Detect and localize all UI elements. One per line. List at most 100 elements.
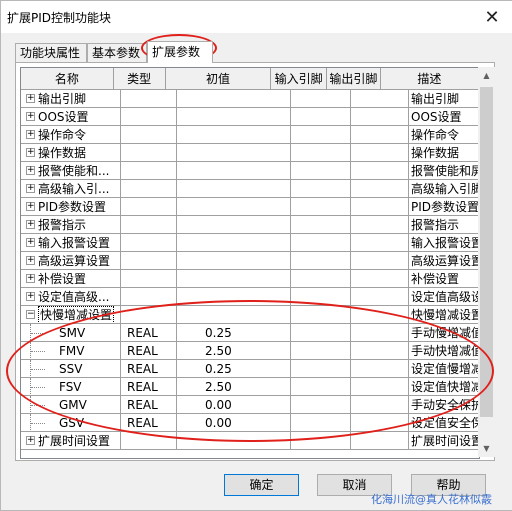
tree-node-cell[interactable]: + 高级输入引... bbox=[21, 180, 121, 198]
initial-value-cell[interactable]: 2.50 bbox=[177, 378, 291, 396]
tree-node-cell[interactable]: − 快慢增减设置 bbox=[21, 306, 121, 324]
expand-icon[interactable]: + bbox=[26, 256, 35, 265]
expand-icon[interactable]: + bbox=[26, 130, 35, 139]
input-pin-cell bbox=[291, 198, 351, 216]
tab-basic-params[interactable]: 基本参数 bbox=[87, 43, 147, 62]
type-cell bbox=[121, 432, 177, 450]
scroll-up-icon[interactable]: ▲ bbox=[478, 67, 495, 84]
collapse-icon[interactable]: − bbox=[26, 310, 35, 319]
tree-node-cell[interactable]: + 报警指示 bbox=[21, 216, 121, 234]
initial-value-cell[interactable]: 0.25 bbox=[177, 360, 291, 378]
param-name: FMV bbox=[59, 344, 85, 358]
initial-value-cell bbox=[177, 432, 291, 450]
tree-node-cell[interactable]: + 高级运算设置 bbox=[21, 252, 121, 270]
table-row[interactable]: FMV REAL 2.50 手动快增减值 bbox=[21, 342, 479, 360]
initial-value-cell[interactable]: 0.00 bbox=[177, 414, 291, 432]
tree-node-cell[interactable]: + 扩展时间设置 bbox=[21, 432, 121, 450]
scroll-down-icon[interactable]: ▼ bbox=[478, 440, 495, 457]
tree-node-cell[interactable]: + 输入报警设置 bbox=[21, 234, 121, 252]
param-name-cell[interactable]: FSV bbox=[21, 378, 121, 396]
header-initial-value[interactable]: 初值 bbox=[165, 68, 272, 90]
type-cell bbox=[121, 252, 177, 270]
output-pin-cell bbox=[351, 360, 409, 378]
param-name-cell[interactable]: SMV bbox=[21, 324, 121, 342]
header-description[interactable]: 描述 bbox=[380, 68, 479, 90]
expand-icon[interactable]: + bbox=[26, 166, 35, 175]
expand-icon[interactable]: + bbox=[26, 94, 35, 103]
header-output-pin[interactable]: 输出引脚 bbox=[326, 68, 381, 90]
header-type[interactable]: 类型 bbox=[113, 68, 166, 90]
expand-icon[interactable]: + bbox=[26, 148, 35, 157]
table-row[interactable]: + 操作命令 操作命令 bbox=[21, 126, 479, 144]
tree-node-label: 操作命令 bbox=[38, 128, 87, 142]
vertical-scrollbar[interactable]: ▲ ▼ bbox=[478, 67, 495, 457]
table-row[interactable]: SSV REAL0.25 设定值慢增减值 bbox=[21, 360, 479, 378]
table-row[interactable]: +高级输入引... 高级输入引脚设置 bbox=[21, 180, 479, 198]
table-row[interactable]: + 补偿设置 补偿设置 bbox=[21, 270, 479, 288]
table-row[interactable]: FSV REAL2.50 设定值快增减值 bbox=[21, 378, 479, 396]
expand-icon[interactable]: + bbox=[26, 292, 35, 301]
scroll-thumb[interactable] bbox=[480, 87, 493, 417]
table-row[interactable]: + 高级运算设置 高级运算设置 bbox=[21, 252, 479, 270]
initial-value-cell bbox=[177, 126, 291, 144]
expand-icon[interactable]: + bbox=[26, 274, 35, 283]
watermark: 化海川流@真人花林似霰 bbox=[371, 493, 492, 506]
header-input-pin[interactable]: 输入引脚 bbox=[271, 68, 327, 90]
output-pin-cell bbox=[351, 144, 409, 162]
expand-icon[interactable]: + bbox=[26, 112, 35, 121]
initial-value-cell bbox=[177, 180, 291, 198]
expand-icon[interactable]: + bbox=[26, 184, 35, 193]
tree-node-cell[interactable]: + 设定值高级... bbox=[21, 288, 121, 306]
initial-value-cell bbox=[177, 216, 291, 234]
tab-extended-params[interactable]: 扩展参数 bbox=[147, 41, 213, 63]
tree-branch bbox=[31, 387, 45, 388]
table-row[interactable]: + 操作数据 操作数据 bbox=[21, 144, 479, 162]
table-row[interactable]: + PID参数设置 PID参数设置 bbox=[21, 198, 479, 216]
type-cell bbox=[121, 162, 177, 180]
table-row[interactable]: + 扩展时间设置 扩展时间设置 bbox=[21, 432, 479, 450]
tree-node-cell[interactable]: + OOS设置 bbox=[21, 108, 121, 126]
ok-button[interactable]: 确定 bbox=[224, 474, 299, 496]
table-row[interactable]: + 报警指示 报警指示 bbox=[21, 216, 479, 234]
header-name[interactable]: 名称 bbox=[21, 68, 114, 90]
output-pin-cell bbox=[351, 108, 409, 126]
table-row[interactable]: SMV REAL 0.25 手动慢增减值 bbox=[21, 324, 479, 342]
table-row[interactable]: +设定值高级... 设定值高级设置 bbox=[21, 288, 479, 306]
param-name-cell[interactable]: GSV bbox=[21, 414, 121, 432]
description-cell: 操作命令 bbox=[409, 126, 479, 144]
table-row[interactable]: GSV REAL0.00 设定值安全保护输... bbox=[21, 414, 479, 432]
type-cell: REAL bbox=[121, 324, 177, 342]
expand-icon[interactable]: + bbox=[26, 238, 35, 247]
expand-icon[interactable]: + bbox=[26, 436, 35, 445]
tab-panel: 名称 类型 初值 输入引脚 输出引脚 描述 + 输出引脚 输出引脚 + OOS设置 OOS… bbox=[15, 62, 495, 461]
table-row[interactable]: + 输入报警设置 输入报警设置 bbox=[21, 234, 479, 252]
param-name-cell[interactable]: FMV bbox=[21, 342, 121, 360]
type-cell: REAL bbox=[121, 342, 177, 360]
expand-icon[interactable]: + bbox=[26, 202, 35, 211]
table-row[interactable]: GMV REAL0.00 手动安全保护输入... bbox=[21, 396, 479, 414]
initial-value-cell[interactable]: 0.25 bbox=[177, 324, 291, 342]
table-row[interactable]: − 快慢增减设置 快慢增减设置 bbox=[21, 306, 479, 324]
tree-node-cell[interactable]: + 操作数据 bbox=[21, 144, 121, 162]
tree-node-cell[interactable]: + 操作命令 bbox=[21, 126, 121, 144]
initial-value-cell bbox=[177, 162, 291, 180]
tree-node-label: 输入报警设置 bbox=[38, 236, 111, 250]
tree-node-cell[interactable]: + 输出引脚 bbox=[21, 90, 121, 108]
tree-node-cell[interactable]: + 补偿设置 bbox=[21, 270, 121, 288]
type-cell bbox=[121, 180, 177, 198]
tree-branch bbox=[31, 333, 45, 334]
initial-value-cell bbox=[177, 144, 291, 162]
param-name: FSV bbox=[59, 380, 82, 394]
expand-icon[interactable]: + bbox=[26, 220, 35, 229]
table-row[interactable]: + 输出引脚 输出引脚 bbox=[21, 90, 479, 108]
table-row[interactable]: +报警使能和... 报警使能和屏蔽 bbox=[21, 162, 479, 180]
tree-node-cell[interactable]: + PID参数设置 bbox=[21, 198, 121, 216]
initial-value-cell[interactable]: 2.50 bbox=[177, 342, 291, 360]
initial-value-cell[interactable]: 0.00 bbox=[177, 396, 291, 414]
close-icon[interactable]: ✕ bbox=[472, 1, 512, 33]
tab-block-properties[interactable]: 功能块属性 bbox=[15, 43, 87, 62]
table-row[interactable]: + OOS设置 OOS设置 bbox=[21, 108, 479, 126]
param-name-cell[interactable]: SSV bbox=[21, 360, 121, 378]
param-name-cell[interactable]: GMV bbox=[21, 396, 121, 414]
tree-node-cell[interactable]: + 报警使能和... bbox=[21, 162, 121, 180]
